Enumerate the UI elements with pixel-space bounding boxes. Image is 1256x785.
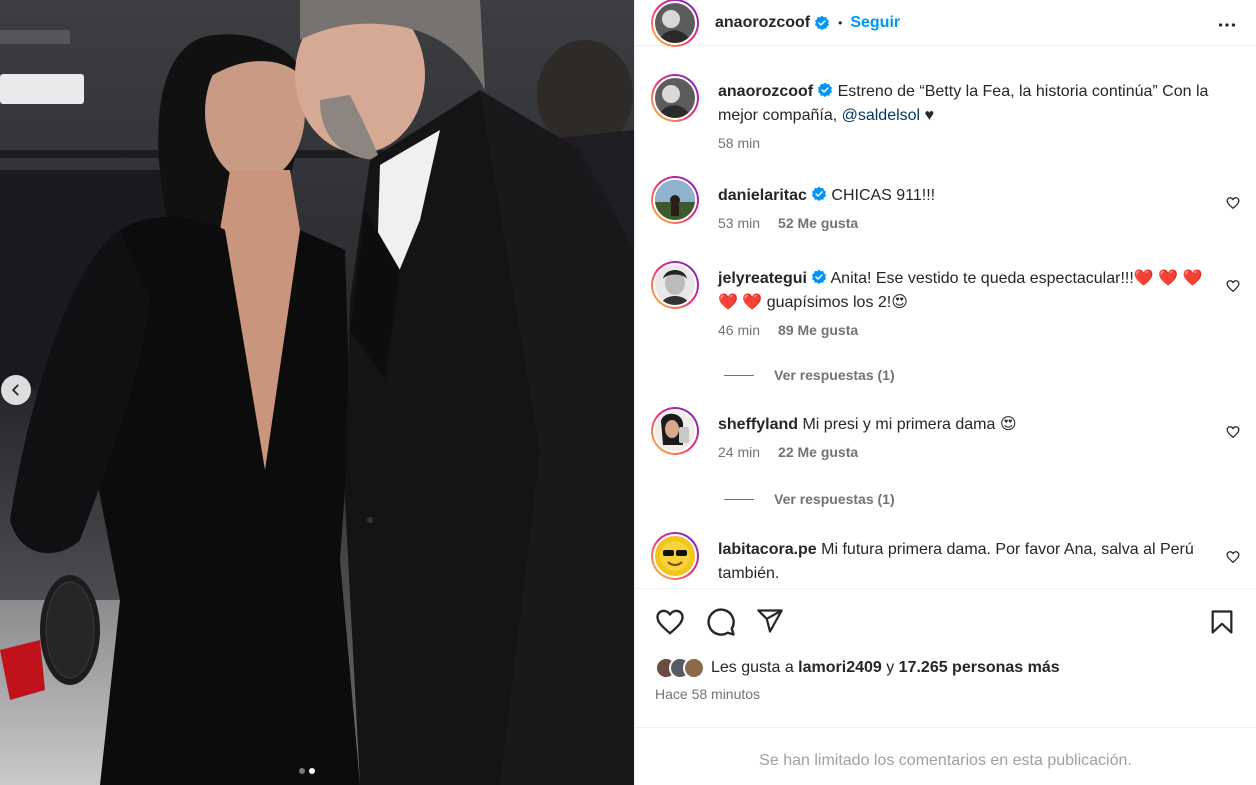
likes-prefix: Les gusta a	[711, 659, 799, 676]
likes-connector: y	[881, 659, 899, 676]
comment-avatar[interactable]	[651, 407, 699, 455]
post-image	[0, 0, 634, 785]
more-icon[interactable]	[1216, 14, 1238, 36]
view-replies-button[interactable]: Ver respuestas (1)	[724, 367, 895, 383]
comments-section[interactable]: anaorozcoof Estreno de “Betty la Fea, la…	[635, 60, 1256, 588]
post-header: anaorozcoof • Seguir	[635, 0, 1256, 47]
comment-meta: 53 min 52 Me gusta	[718, 214, 1206, 232]
view-replies-button[interactable]: Ver respuestas (1)	[724, 491, 895, 507]
view-replies-label: Ver respuestas (1)	[774, 491, 895, 507]
follow-button[interactable]: Seguir	[850, 14, 900, 32]
carousel-dot	[299, 768, 305, 774]
comment-time: 24 min	[718, 444, 761, 460]
replies-divider	[724, 498, 754, 500]
comment-username[interactable]: labitacora.pe	[718, 541, 817, 558]
comment-username[interactable]: jelyreategui	[718, 270, 807, 287]
author-avatar[interactable]	[651, 0, 699, 47]
likes-text: Les gusta a lamori2409 y 17.265 personas…	[711, 659, 1060, 677]
verified-icon	[811, 269, 826, 285]
replies-divider	[724, 374, 754, 376]
heart-icon[interactable]	[655, 607, 685, 637]
caption-mention[interactable]: @saldelsol	[842, 107, 921, 124]
comments-limited-notice: Se han limitado los comentarios en esta …	[635, 727, 1256, 785]
comment-like-heart-icon[interactable]	[1226, 196, 1240, 210]
chevron-left-icon	[12, 384, 19, 396]
comment-meta: 24 min 22 Me gusta	[718, 443, 1206, 461]
carousel-indicator	[299, 768, 315, 774]
comment-icon[interactable]	[706, 607, 736, 637]
comment-text: CHICAS 911!!!	[826, 187, 936, 204]
caption-time: 58 min	[718, 135, 761, 151]
post-photo[interactable]	[0, 0, 634, 785]
share-icon[interactable]	[756, 607, 784, 635]
bookmark-icon[interactable]	[1208, 607, 1236, 637]
comment-time: 53 min	[718, 215, 761, 231]
caption-username[interactable]: anaorozcoof	[718, 83, 813, 100]
verified-icon	[818, 82, 833, 98]
comment-like-heart-icon[interactable]	[1226, 279, 1240, 293]
comment-meta: 46 min 89 Me gusta	[718, 321, 1206, 339]
post-timestamp[interactable]: Hace 58 minutos	[655, 686, 760, 702]
caption-end: ♥	[920, 107, 935, 124]
comment-time: 46 min	[718, 322, 761, 338]
comment-avatar[interactable]	[651, 176, 699, 224]
likes-count[interactable]: 17.265 personas más	[899, 659, 1060, 676]
likes-summary: Les gusta a lamori2409 y 17.265 personas…	[655, 657, 1060, 679]
comment-like-heart-icon[interactable]	[1226, 550, 1240, 564]
comment-avatar[interactable]	[651, 532, 699, 580]
comment-likes[interactable]: 89 Me gusta	[778, 322, 858, 338]
view-replies-label: Ver respuestas (1)	[774, 367, 895, 383]
likes-user[interactable]: lamori2409	[798, 659, 882, 676]
author-username[interactable]: anaorozcoof	[715, 14, 810, 32]
verified-icon	[811, 186, 826, 202]
caption-avatar[interactable]	[651, 74, 699, 122]
verified-icon	[815, 15, 830, 30]
comment-like-heart-icon[interactable]	[1226, 425, 1240, 439]
comment-username[interactable]: sheffyland	[718, 416, 798, 433]
post-sidebar: anaorozcoof • Seguir anaorozcoof Estreno…	[634, 0, 1256, 785]
comment-likes[interactable]: 22 Me gusta	[778, 444, 858, 460]
carousel-prev-button[interactable]	[1, 375, 31, 405]
comment-likes[interactable]: 52 Me gusta	[778, 215, 858, 231]
action-bar	[635, 588, 1256, 658]
liker-avatar[interactable]	[683, 657, 705, 679]
carousel-dot-active	[309, 768, 315, 774]
caption-meta: 58 min	[718, 134, 1226, 152]
comment-text: Mi presi y mi primera dama 😍	[798, 416, 1017, 433]
comment-username[interactable]: danielaritac	[718, 187, 807, 204]
comment-avatar[interactable]	[651, 261, 699, 309]
separator-dot: •	[838, 15, 843, 30]
